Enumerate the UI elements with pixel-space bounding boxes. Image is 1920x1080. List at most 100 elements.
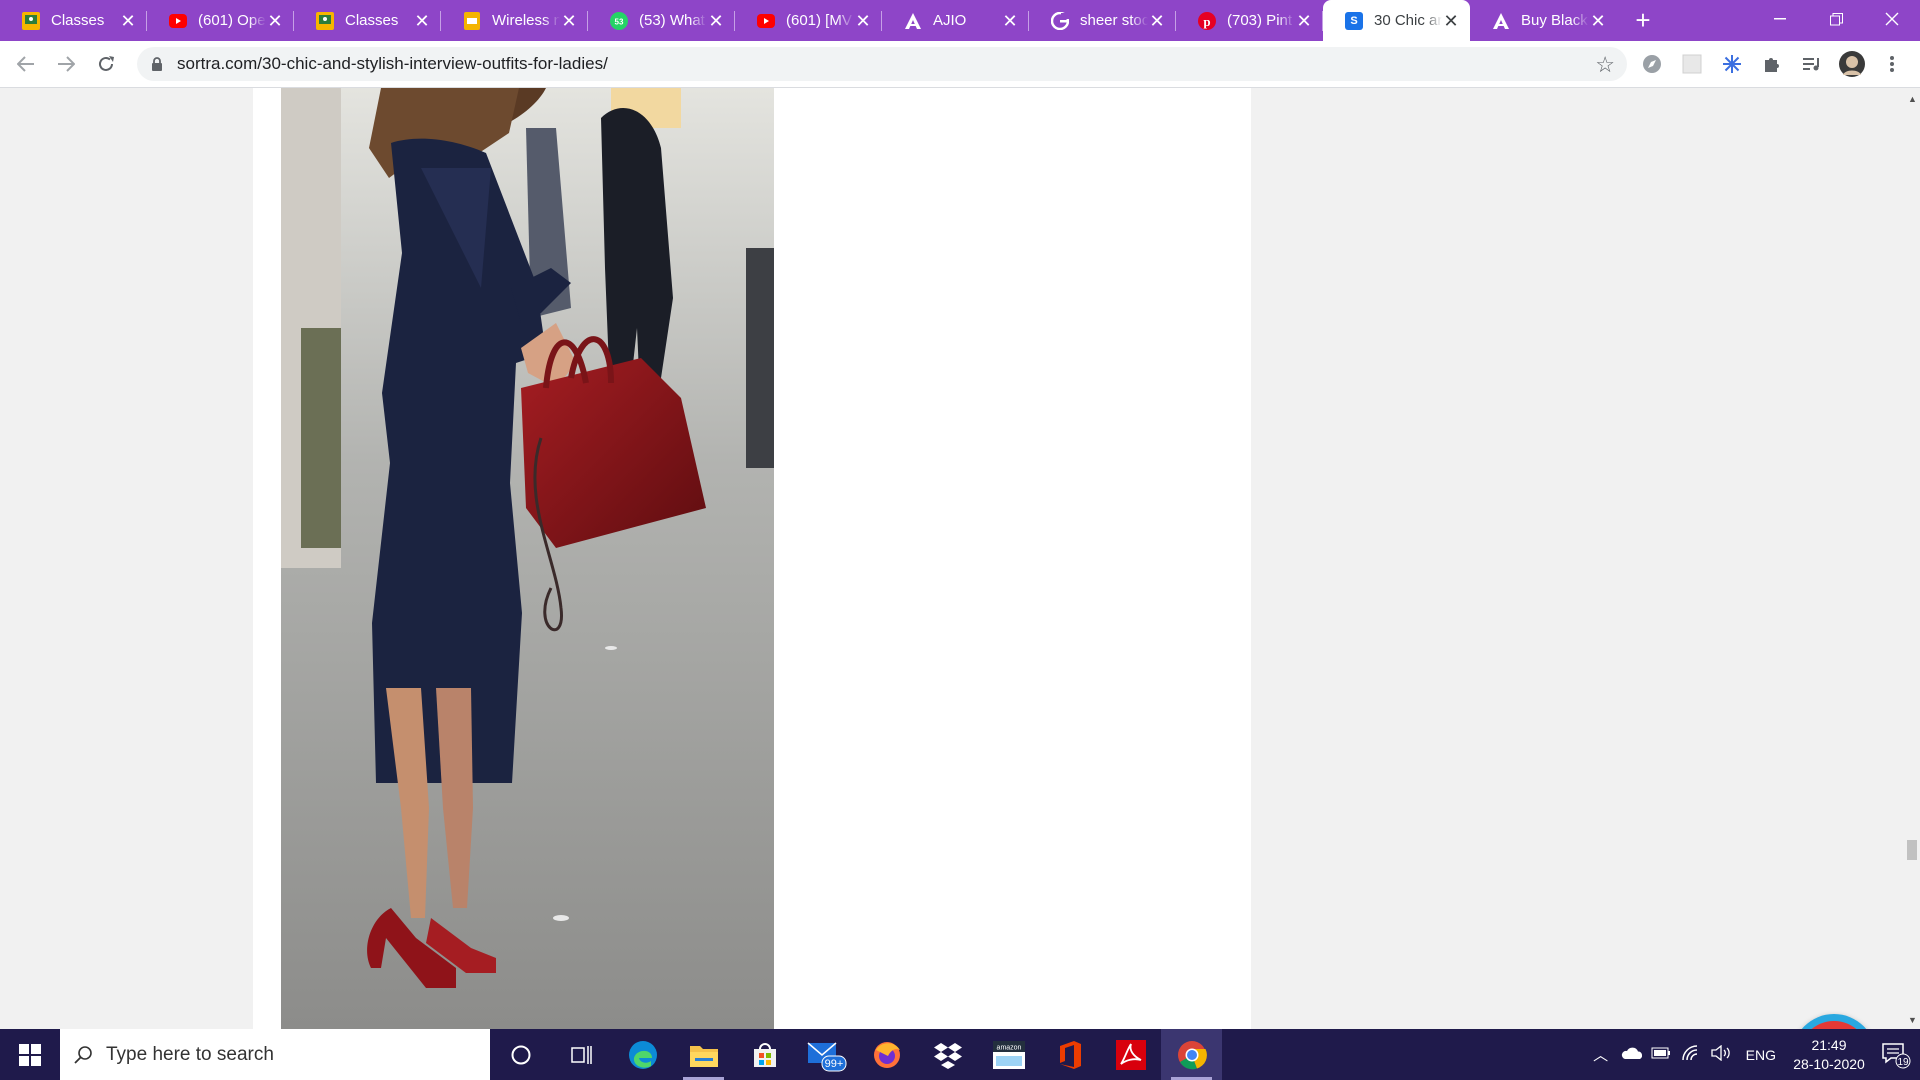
- close-icon[interactable]: ✕: [266, 12, 284, 30]
- close-icon[interactable]: ✕: [707, 12, 725, 30]
- battery-icon[interactable]: [1646, 1046, 1676, 1063]
- pinterest-icon: p: [1198, 11, 1216, 30]
- clock[interactable]: 21:49 28-10-2020: [1786, 1036, 1872, 1074]
- tab-title: Wireless n: [492, 12, 560, 29]
- tab-pinterest[interactable]: p (703) Pint ✕: [1176, 0, 1323, 41]
- close-icon[interactable]: ✕: [854, 12, 872, 30]
- address-bar[interactable]: sortra.com/30-chic-and-stylish-interview…: [137, 47, 1627, 81]
- edge-app[interactable]: [612, 1029, 673, 1080]
- browser-tab-strip: Classes ✕ (601) Ope ✕ Classes ✕ Wireless…: [0, 0, 1920, 41]
- outfit-photo: [281, 88, 774, 1029]
- windows-logo-icon: [19, 1043, 41, 1066]
- page-scrollbar[interactable]: ▲ ▼: [1904, 88, 1920, 1029]
- notification-bell-button[interactable]: [1792, 1014, 1876, 1029]
- tab-slides[interactable]: Wireless n ✕: [441, 0, 588, 41]
- microsoft-store-app[interactable]: [734, 1029, 795, 1080]
- search-placeholder: Type here to search: [106, 1043, 274, 1065]
- youtube-icon: [757, 12, 775, 30]
- arrow-left-icon: [17, 56, 34, 72]
- search-icon: [74, 1045, 92, 1064]
- firefox-icon: [873, 1041, 900, 1068]
- volume-speaker-icon[interactable]: [1706, 1044, 1736, 1065]
- clock-time: 21:49: [1811, 1036, 1847, 1053]
- mail-app[interactable]: 99+: [795, 1029, 856, 1080]
- tab-youtube-2[interactable]: (601) [MV ✕: [735, 0, 882, 41]
- tab-ajio[interactable]: AJIO ✕: [882, 0, 1029, 41]
- acrobat-app[interactable]: [1100, 1029, 1161, 1080]
- close-icon[interactable]: ✕: [1295, 12, 1313, 30]
- input-language-indicator[interactable]: ENG: [1746, 1047, 1776, 1063]
- svg-text:99+: 99+: [824, 1058, 843, 1070]
- close-icon[interactable]: ✕: [1442, 12, 1460, 30]
- svg-text:19: 19: [1897, 1057, 1909, 1068]
- reload-icon: [99, 56, 114, 71]
- chrome-icon: [1177, 1040, 1207, 1069]
- extension-grid-icon[interactable]: [1672, 44, 1712, 84]
- office-app[interactable]: [1039, 1029, 1100, 1080]
- close-icon[interactable]: ✕: [1148, 12, 1166, 30]
- close-icon[interactable]: ✕: [119, 12, 137, 30]
- scroll-up-arrow-icon[interactable]: ▲: [1908, 94, 1917, 104]
- mail-icon: 99+: [807, 1041, 846, 1071]
- bookmark-star-icon[interactable]: ☆: [1595, 52, 1615, 78]
- windows-taskbar: Type here to search 99+ amazon ︿ ENG 21:…: [0, 1029, 1920, 1080]
- action-center-button[interactable]: 19: [1872, 1029, 1920, 1080]
- article-photo-woman-navy-dress-red-handbag: [281, 88, 774, 1029]
- extension-snowflake-icon[interactable]: [1712, 44, 1752, 84]
- minimize-button[interactable]: [1752, 0, 1808, 38]
- wifi-icon[interactable]: [1676, 1044, 1706, 1065]
- task-view-button[interactable]: [551, 1029, 612, 1080]
- google-classroom-icon: [22, 11, 40, 30]
- tab-google-search[interactable]: sheer stoc ✕: [1029, 0, 1176, 41]
- svg-text:amazon: amazon: [996, 1044, 1021, 1051]
- firefox-app[interactable]: [856, 1029, 917, 1080]
- file-explorer-app[interactable]: [673, 1029, 734, 1080]
- tab-ajio-buy[interactable]: Buy Black ✕: [1470, 0, 1617, 41]
- sortra-s-icon: S: [1345, 11, 1363, 30]
- reload-button[interactable]: [86, 44, 126, 84]
- notification-center-icon: 19: [1882, 1042, 1911, 1068]
- tab-title: AJIO: [933, 12, 967, 29]
- scrollbar-thumb[interactable]: [1907, 840, 1917, 860]
- acrobat-icon: [1115, 1039, 1146, 1070]
- new-tab-button[interactable]: +: [1623, 0, 1663, 41]
- taskbar-search-box[interactable]: Type here to search: [60, 1029, 490, 1080]
- onedrive-cloud-icon[interactable]: [1616, 1046, 1646, 1064]
- close-icon[interactable]: ✕: [560, 12, 578, 30]
- close-icon[interactable]: ✕: [1001, 12, 1019, 30]
- back-button[interactable]: [6, 44, 46, 84]
- restore-icon: [1829, 12, 1843, 25]
- dropbox-app[interactable]: [917, 1029, 978, 1080]
- start-button[interactable]: [0, 1029, 60, 1080]
- close-window-icon: [1885, 12, 1899, 26]
- extensions-puzzle-icon[interactable]: [1752, 44, 1792, 84]
- system-tray: ︿ ENG 21:49 28-10-2020 19: [1586, 1029, 1920, 1080]
- tab-title: (601) Ope: [198, 12, 266, 29]
- minimize-icon: [1774, 18, 1786, 20]
- cortana-button[interactable]: [490, 1029, 551, 1080]
- ajio-icon: [904, 12, 922, 30]
- scroll-down-arrow-icon[interactable]: ▼: [1908, 1015, 1917, 1025]
- browser-toolbar: sortra.com/30-chic-and-stylish-interview…: [0, 41, 1920, 88]
- close-icon[interactable]: ✕: [1589, 12, 1607, 30]
- chrome-app[interactable]: [1161, 1029, 1222, 1080]
- tab-classes-1[interactable]: Classes ✕: [0, 0, 147, 41]
- tab-whatsapp[interactable]: 53 (53) What ✕: [588, 0, 735, 41]
- profile-avatar[interactable]: [1832, 44, 1872, 84]
- show-hidden-icons-chevron-icon[interactable]: ︿: [1586, 1044, 1616, 1065]
- tab-title: (601) [MV: [786, 12, 852, 29]
- forward-button[interactable]: [46, 44, 86, 84]
- tab-sortra-active[interactable]: S 30 Chic ar ✕: [1323, 0, 1470, 41]
- media-control-icon[interactable]: [1792, 44, 1832, 84]
- edge-icon: [628, 1040, 657, 1069]
- tab-title: (53) What: [639, 12, 705, 29]
- menu-kebab-icon[interactable]: [1872, 44, 1912, 84]
- close-icon[interactable]: ✕: [413, 12, 431, 30]
- amazon-app[interactable]: amazon: [978, 1029, 1039, 1080]
- restore-button[interactable]: [1808, 0, 1864, 38]
- tab-youtube-1[interactable]: (601) Ope ✕: [147, 0, 294, 41]
- close-window-button[interactable]: [1864, 0, 1920, 38]
- tab-classes-2[interactable]: Classes ✕: [294, 0, 441, 41]
- extension-compass-icon[interactable]: [1632, 44, 1672, 84]
- tab-title: Classes: [51, 12, 105, 29]
